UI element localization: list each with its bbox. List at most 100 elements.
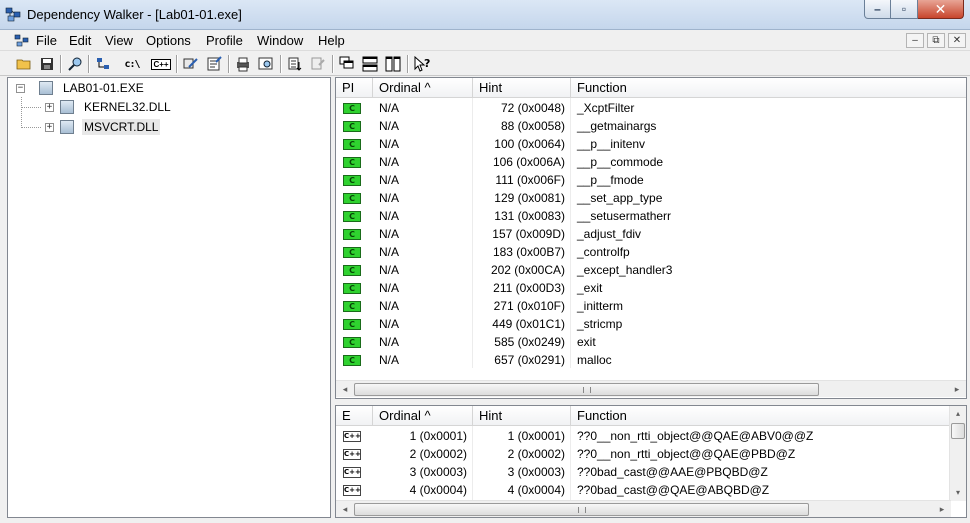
table-row[interactable]: C N/A 657 (0x0291) malloc <box>336 351 966 369</box>
column-header-hint[interactable]: Hint <box>473 78 571 98</box>
exports-vertical-scrollbar[interactable]: ▴ ▾ <box>949 406 966 501</box>
tree-root[interactable]: − LAB01-01.EXE <box>16 79 146 97</box>
expand-icon[interactable]: + <box>45 102 54 112</box>
find-icon[interactable] <box>65 54 85 74</box>
scroll-left-icon[interactable]: ◂ <box>337 502 353 517</box>
cpp-functions-icon[interactable]: C++ <box>151 54 171 74</box>
mdi-close-button[interactable]: ✕ <box>948 33 966 48</box>
undecorate-cpp-icon[interactable]: c:\ <box>122 54 142 74</box>
imports-list[interactable]: PI Ordinal ^ Hint Function C N/A 72 (0x004… <box>335 77 967 399</box>
hint-cell: 449 (0x01C1) <box>492 317 565 331</box>
print-icon[interactable] <box>233 54 253 74</box>
ordinal-cell: 2 (0x0002) <box>409 447 467 461</box>
mdi-restore-button[interactable]: ⧉ <box>927 33 945 48</box>
hint-cell: 157 (0x009D) <box>492 227 565 241</box>
function-cell: __p__fmode <box>577 173 644 187</box>
open-folder-icon[interactable] <box>14 54 34 74</box>
hint-cell: 657 (0x0291) <box>494 353 565 367</box>
save-icon[interactable] <box>37 54 57 74</box>
function-cell: ??0bad_cast@@QAE@ABQBD@Z <box>577 483 770 497</box>
copy-icon[interactable] <box>285 54 305 74</box>
menu-file[interactable]: File <box>36 33 57 48</box>
table-row[interactable]: C++ 4 (0x0004) 4 (0x0004) ??0bad_cast@@QAE@… <box>336 481 966 499</box>
ordinal-cell: N/A <box>379 263 400 277</box>
column-header-function[interactable]: Function <box>571 406 951 426</box>
c-function-icon: C <box>343 283 361 294</box>
document-icon[interactable] <box>14 34 30 47</box>
cpp-function-icon: C++ <box>343 485 361 496</box>
column-header-hint[interactable]: Hint <box>473 406 571 426</box>
scroll-up-icon[interactable]: ▴ <box>950 406 966 422</box>
scroll-right-icon[interactable]: ▸ <box>934 502 950 517</box>
table-row[interactable]: C N/A 129 (0x0081) __set_app_type <box>336 189 966 207</box>
scroll-down-icon[interactable]: ▾ <box>950 485 966 501</box>
imports-header: PI Ordinal ^ Hint Function <box>336 78 966 98</box>
close-icon: ✕ <box>934 1 947 17</box>
table-row[interactable]: C++ 3 (0x0003) 3 (0x0003) ??0bad_cast@@AAE@… <box>336 463 966 481</box>
hint-cell: 72 (0x0048) <box>500 101 565 115</box>
menu-help[interactable]: Help <box>318 33 345 48</box>
menu-edit[interactable]: Edit <box>69 33 91 48</box>
expand-icon[interactable]: + <box>45 122 54 132</box>
table-row[interactable]: C N/A 157 (0x009D) _adjust_fdiv <box>336 225 966 243</box>
table-row[interactable]: C N/A 106 (0x006A) __p__commode <box>336 153 966 171</box>
scroll-left-icon[interactable]: ◂ <box>337 382 353 397</box>
properties-icon[interactable] <box>204 54 224 74</box>
menu-options[interactable]: Options <box>146 33 191 48</box>
scroll-thumb[interactable] <box>951 423 965 439</box>
ordinal-cell: N/A <box>379 173 400 187</box>
table-row[interactable]: C N/A 202 (0x00CA) _except_handler3 <box>336 261 966 279</box>
cascade-icon[interactable] <box>337 54 357 74</box>
column-header-function[interactable]: Function <box>571 78 966 98</box>
column-header-pi[interactable]: PI <box>336 78 373 98</box>
table-row[interactable]: C++ 1 (0x0001) 1 (0x0001) ??0__non_rtti_obj… <box>336 427 966 445</box>
column-header-e[interactable]: E <box>336 406 373 426</box>
collapse-icon[interactable]: − <box>16 83 25 93</box>
full-paths-icon[interactable] <box>93 54 113 74</box>
table-row[interactable]: C N/A 183 (0x00B7) _controlfp <box>336 243 966 261</box>
exports-horizontal-scrollbar[interactable]: ◂ ▸ <box>336 500 951 517</box>
table-row[interactable]: C++ 2 (0x0002) 2 (0x0002) ??0__non_rtti_obj… <box>336 445 966 463</box>
table-row[interactable]: C N/A 211 (0x00D3) _exit <box>336 279 966 297</box>
maximize-button[interactable]: ▫ <box>891 0 918 19</box>
close-button[interactable]: ✕ <box>918 0 964 19</box>
c-function-icon: C <box>343 121 361 132</box>
ordinal-cell: 3 (0x0003) <box>409 465 467 479</box>
select-all-icon[interactable] <box>308 54 328 74</box>
menu-view[interactable]: View <box>105 33 133 48</box>
column-header-ordinal[interactable]: Ordinal ^ <box>373 406 473 426</box>
context-help-icon[interactable]: ? <box>412 54 432 74</box>
mdi-minimize-button[interactable]: – <box>906 33 924 48</box>
module-icon <box>39 81 53 95</box>
ordinal-cell: N/A <box>379 353 400 367</box>
ordinal-cell: N/A <box>379 191 400 205</box>
table-row[interactable]: C N/A 585 (0x0249) exit <box>336 333 966 351</box>
imports-horizontal-scrollbar[interactable]: ◂ ▸ <box>336 380 966 397</box>
tile-vertical-icon[interactable] <box>383 54 403 74</box>
scroll-thumb[interactable] <box>354 503 809 516</box>
table-row[interactable]: C N/A 100 (0x0064) __p__initenv <box>336 135 966 153</box>
table-row[interactable]: C N/A 111 (0x006F) __p__fmode <box>336 171 966 189</box>
table-row[interactable]: C N/A 271 (0x010F) _initterm <box>336 297 966 315</box>
table-row[interactable]: C N/A 449 (0x01C1) _stricmp <box>336 315 966 333</box>
function-cell: _except_handler3 <box>577 263 673 277</box>
tile-horizontal-icon[interactable] <box>360 54 380 74</box>
menu-profile[interactable]: Profile <box>206 33 243 48</box>
table-row[interactable]: C N/A 131 (0x0083) __setusermatherr <box>336 207 966 225</box>
scroll-right-icon[interactable]: ▸ <box>949 382 965 397</box>
menu-window[interactable]: Window <box>257 33 303 48</box>
scroll-thumb[interactable] <box>354 383 819 396</box>
exports-list[interactable]: E Ordinal ^ Hint Function C++ 1 (0x0001) 1… <box>335 405 967 518</box>
tree-item-msvcrt[interactable]: + MSVCRT.DLL <box>45 118 161 136</box>
tree-item-kernel32[interactable]: + KERNEL32.DLL <box>45 98 173 116</box>
ordinal-cell: 4 (0x0004) <box>409 483 467 497</box>
view-module-icon[interactable] <box>256 54 276 74</box>
c-function-icon: C <box>343 193 361 204</box>
minimize-button[interactable]: – <box>864 0 891 19</box>
c-function-icon: C <box>343 319 361 330</box>
table-row[interactable]: C N/A 88 (0x0058) __getmainargs <box>336 117 966 135</box>
module-tree[interactable]: − LAB01-01.EXE + KERNEL32.DLL + MSVCRT.D… <box>7 77 331 518</box>
module-list-icon[interactable] <box>181 54 201 74</box>
table-row[interactable]: C N/A 72 (0x0048) _XcptFilter <box>336 99 966 117</box>
column-header-ordinal[interactable]: Ordinal ^ <box>373 78 473 98</box>
